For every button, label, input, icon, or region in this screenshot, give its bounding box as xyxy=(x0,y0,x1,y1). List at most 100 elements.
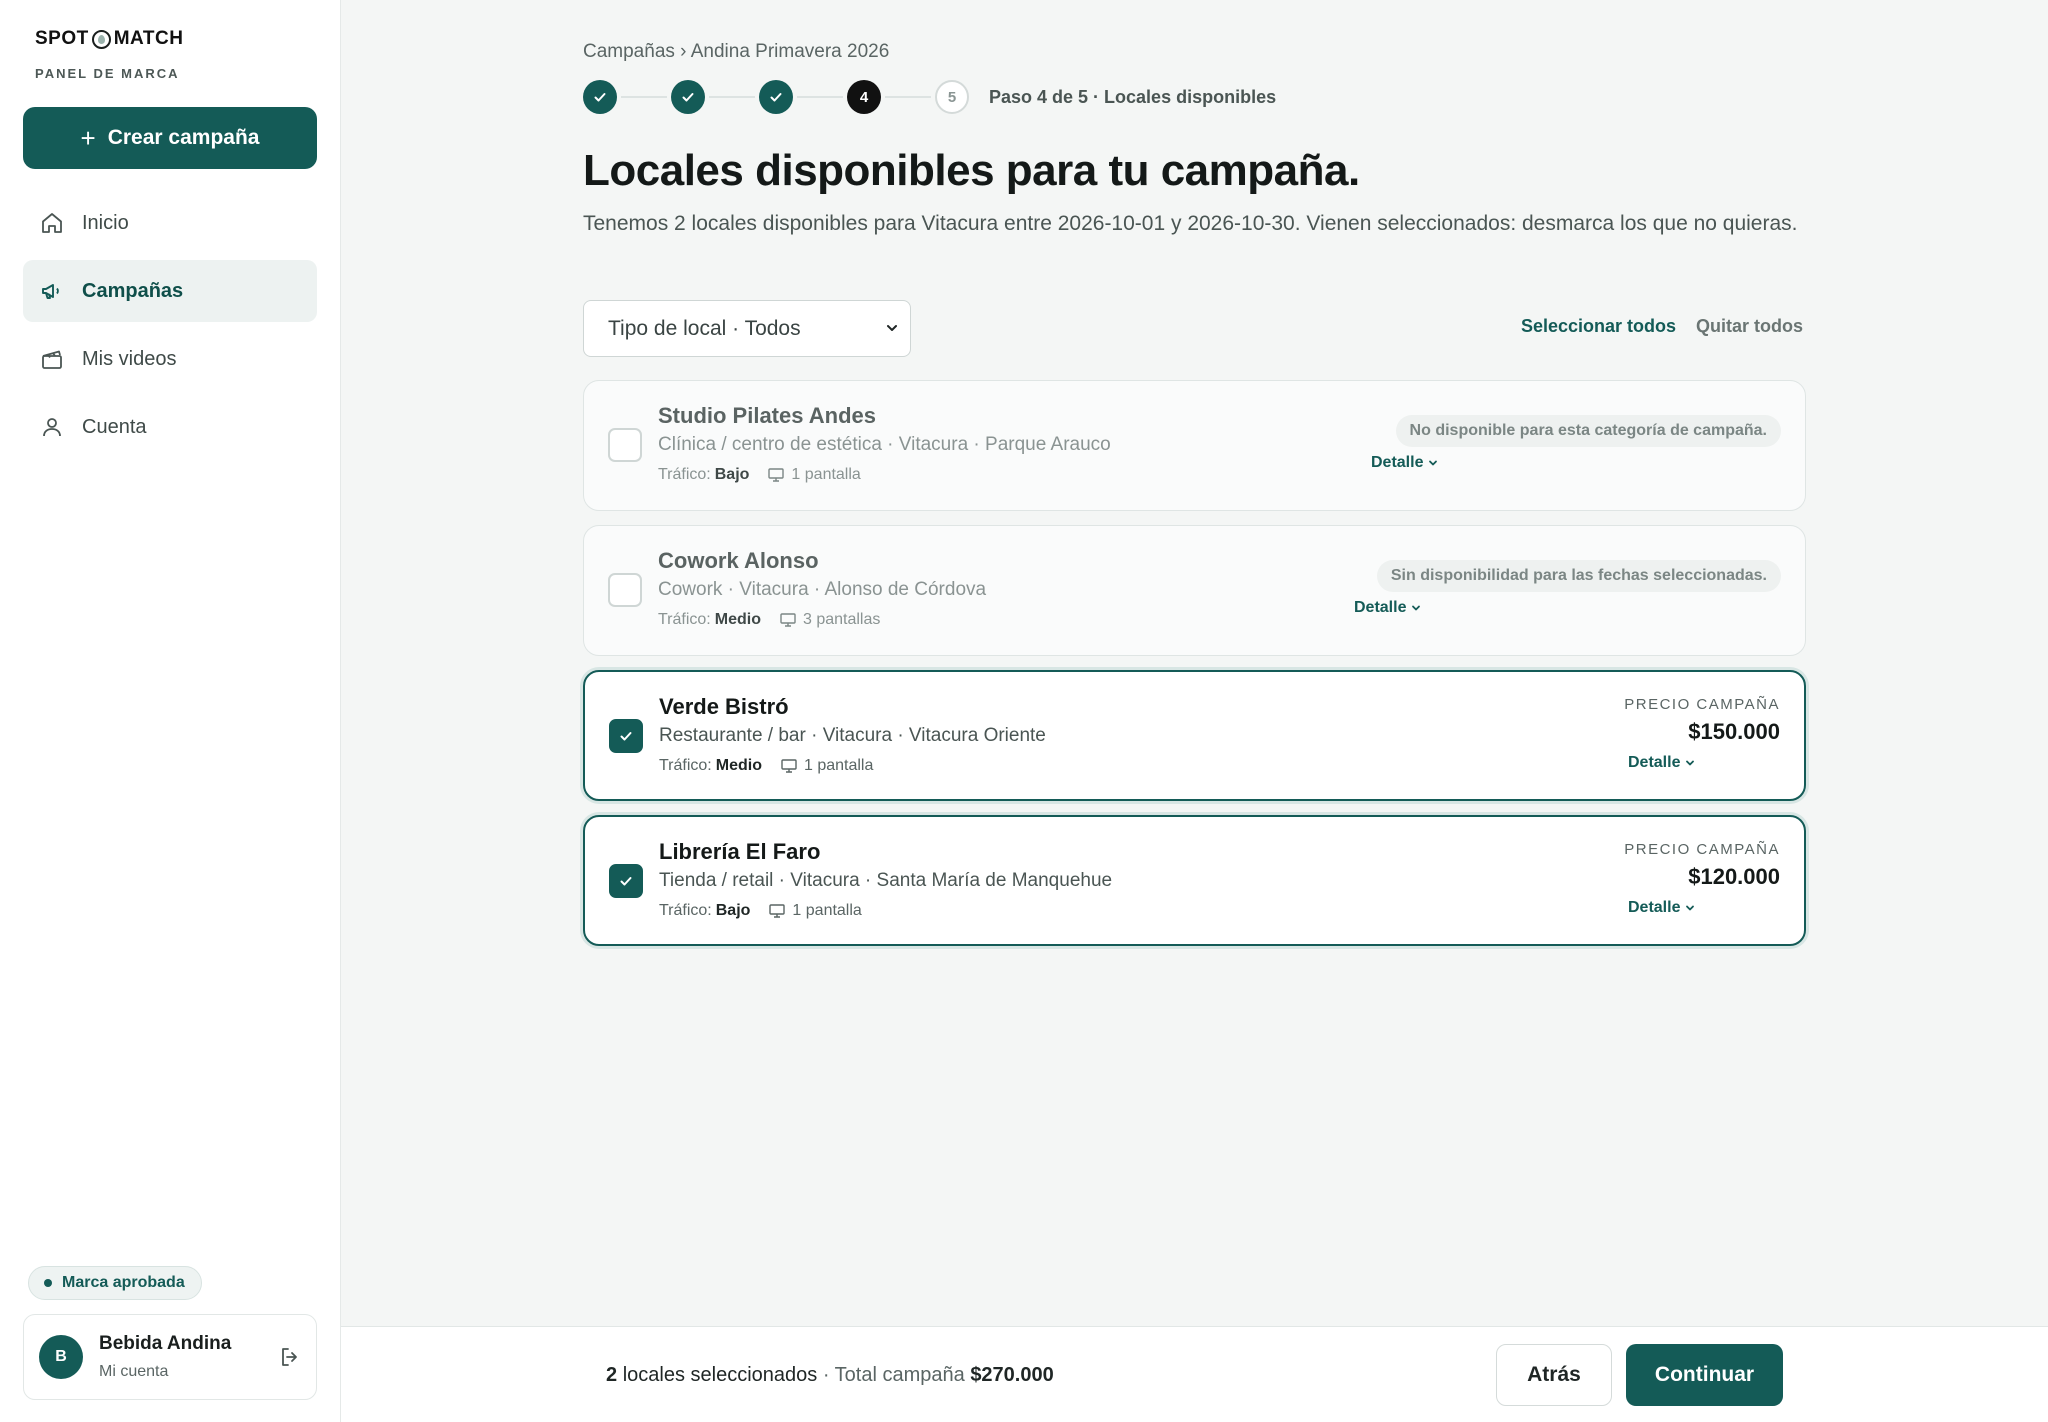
page-description: Tenemos 2 locales disponibles para Vitac… xyxy=(583,212,1798,235)
select-all-button[interactable]: Seleccionar todos xyxy=(1521,316,1676,337)
price-value: $120.000 xyxy=(1688,864,1780,889)
detail-toggle[interactable]: Detalle xyxy=(1371,454,1439,472)
screens: 1 pantalla xyxy=(768,902,862,920)
screens-count: 1 pantalla xyxy=(792,902,862,919)
home-icon xyxy=(42,213,62,233)
step-2-complete xyxy=(671,80,705,114)
step-1-complete xyxy=(583,80,617,114)
sidebar-item-cuenta[interactable]: Cuenta xyxy=(23,396,317,458)
sidebar-nav: Inicio Campañas Mis videos Cuenta xyxy=(23,192,317,464)
detail-toggle[interactable]: Detalle xyxy=(1628,754,1696,772)
venue-type-select[interactable]: Tipo de local · Todos xyxy=(583,300,911,357)
price-value: $150.000 xyxy=(1688,719,1780,744)
logout-icon[interactable] xyxy=(278,1345,302,1369)
price-label: PRECIO CAMPAÑA xyxy=(1624,696,1780,713)
monitor-icon xyxy=(781,759,797,773)
traffic-label: Tráfico: xyxy=(659,757,712,774)
venue-checkbox[interactable] xyxy=(609,864,643,898)
chevron-down-icon xyxy=(1412,605,1421,611)
detail-label: Detalle xyxy=(1354,599,1407,616)
screens: 3 pantallas xyxy=(779,611,880,629)
check-icon xyxy=(682,93,694,102)
sidebar: SPOT MATCH PANEL DE MARCA + Crear campañ… xyxy=(0,0,341,1422)
traffic-label: Tráfico: xyxy=(658,466,711,483)
traffic-label: Tráfico: xyxy=(658,611,711,628)
screens: 1 pantalla xyxy=(780,757,873,775)
back-button[interactable]: Atrás xyxy=(1496,1344,1612,1406)
panel-label: PANEL DE MARCA xyxy=(35,66,180,81)
venue-meta: Tráfico: Bajo 1 pantalla xyxy=(659,902,862,920)
user-subtitle: Mi cuenta xyxy=(99,1363,169,1380)
screens-count: 1 pantalla xyxy=(803,757,874,774)
venue-type: Cowork · Vitacura · Alonso de Córdova xyxy=(658,579,987,600)
selected-text: locales seleccionados xyxy=(622,1364,818,1386)
page-title: Locales disponibles para tu campaña. xyxy=(583,146,1360,195)
step-5-pending: 5 xyxy=(935,80,969,114)
venue-type: Restaurante / bar · Vitacura · Vitacura … xyxy=(659,725,1046,746)
venue-card-libreria-el-faro: Librería El Faro Tienda / retail · Vitac… xyxy=(583,815,1806,946)
plus-icon: + xyxy=(80,123,96,153)
venue-checkbox[interactable] xyxy=(608,428,642,462)
traffic-value: Bajo xyxy=(714,466,750,483)
drop-icon xyxy=(91,29,111,49)
unavailable-notice: No disponible para esta categoría de cam… xyxy=(1395,415,1781,447)
detail-label: Detalle xyxy=(1371,454,1424,471)
monitor-icon xyxy=(780,613,796,627)
check-icon xyxy=(620,732,632,741)
status-dot-icon xyxy=(44,1279,52,1287)
selected-count: 2 xyxy=(606,1364,618,1386)
check-icon xyxy=(770,93,782,102)
user-info: Bebida Andina Mi cuenta xyxy=(99,1333,231,1381)
logo-text-right: MATCH xyxy=(113,28,184,49)
brand-status-label: Marca aprobada xyxy=(62,1274,185,1291)
sidebar-item-campanas[interactable]: Campañas xyxy=(23,260,317,322)
step-connector xyxy=(621,96,667,98)
venue-type-select-value: Tipo de local · Todos xyxy=(608,316,801,340)
sidebar-item-label: Cuenta xyxy=(82,415,147,438)
user-card[interactable]: B Bebida Andina Mi cuenta xyxy=(23,1314,317,1400)
user-icon xyxy=(43,418,61,437)
chevron-down-icon xyxy=(1686,760,1695,766)
megaphone-icon xyxy=(42,284,59,299)
venue-name: Librería El Faro xyxy=(659,839,821,864)
venue-meta: Tráfico: Medio 1 pantalla xyxy=(659,757,873,775)
traffic-value: Medio xyxy=(714,611,761,628)
step-connector xyxy=(885,96,931,98)
chevron-down-icon xyxy=(1686,905,1695,911)
user-name: Bebida Andina xyxy=(99,1333,232,1354)
step-label: Paso 4 de 5 · Locales disponibles xyxy=(989,86,1277,107)
total-value: $270.000 xyxy=(970,1364,1054,1386)
monitor-icon xyxy=(769,904,786,918)
chevron-down-icon xyxy=(887,325,897,331)
venue-card-cowork-alonso: Cowork Alonso Cowork · Vitacura · Alonso… xyxy=(583,525,1806,656)
deselect-all-button[interactable]: Quitar todos xyxy=(1696,316,1803,337)
footer-bar: 2 locales seleccionados · Total campaña … xyxy=(341,1326,2048,1422)
clapperboard-icon xyxy=(42,350,62,369)
traffic-value: Medio xyxy=(715,757,762,774)
detail-label: Detalle xyxy=(1628,754,1681,771)
breadcrumb[interactable]: Campañas › Andina Primavera 2026 xyxy=(583,41,889,63)
create-campaign-button[interactable]: + Crear campaña xyxy=(23,107,317,169)
detail-toggle[interactable]: Detalle xyxy=(1628,899,1696,917)
venue-checkbox[interactable] xyxy=(608,573,642,607)
selection-summary: 2 locales seleccionados · Total campaña … xyxy=(606,1364,1054,1387)
step-3-complete xyxy=(759,80,793,114)
step-4-current: 4 xyxy=(847,80,881,114)
check-icon xyxy=(620,877,632,886)
price-label: PRECIO CAMPAÑA xyxy=(1624,841,1780,858)
venue-type: Tienda / retail · Vitacura · Santa María… xyxy=(659,870,1113,891)
stepper: 4 5 Paso 4 de 5 · Locales disponibles xyxy=(583,80,1276,114)
sidebar-item-label: Campañas xyxy=(82,279,184,302)
continue-button[interactable]: Continuar xyxy=(1626,1344,1783,1406)
venue-meta: Tráfico: Bajo 1 pantalla xyxy=(658,466,861,484)
sidebar-item-mis-videos[interactable]: Mis videos xyxy=(23,328,317,390)
venue-card-studio-pilates: Studio Pilates Andes Clínica / centro de… xyxy=(583,380,1806,511)
logo-text-left: SPOT xyxy=(35,28,89,49)
venue-checkbox[interactable] xyxy=(609,719,643,753)
venue-name: Verde Bistró xyxy=(659,694,789,719)
brand-status-badge: Marca aprobada xyxy=(28,1266,202,1300)
sidebar-item-inicio[interactable]: Inicio xyxy=(23,192,317,254)
brand-logo[interactable]: SPOT MATCH xyxy=(35,28,183,50)
detail-toggle[interactable]: Detalle xyxy=(1354,599,1422,617)
screens-count: 1 pantalla xyxy=(791,466,861,483)
